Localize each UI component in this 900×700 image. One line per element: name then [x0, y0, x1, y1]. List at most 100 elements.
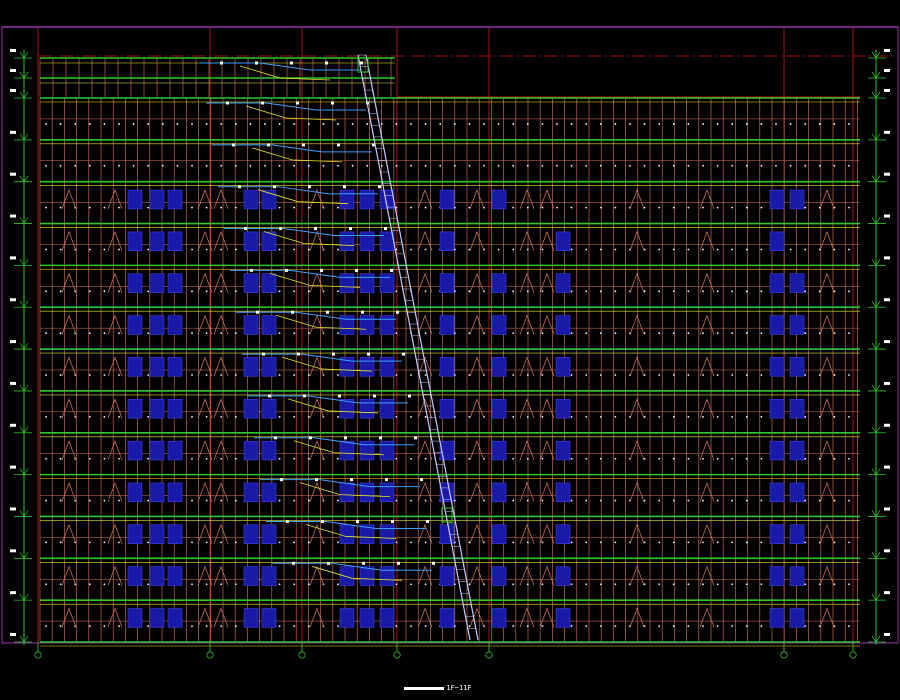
dot — [804, 248, 807, 251]
dot — [220, 123, 223, 125]
dot — [556, 164, 558, 167]
dot — [804, 206, 807, 209]
dot — [337, 374, 339, 376]
dot — [191, 625, 193, 627]
dot — [599, 332, 602, 335]
drawing-background — [0, 0, 900, 700]
dot — [804, 374, 807, 376]
dot — [658, 164, 661, 167]
dot — [88, 541, 91, 544]
pipe-fitting — [297, 352, 300, 356]
dot — [293, 415, 296, 418]
equipment-block — [491, 524, 507, 544]
dot — [307, 206, 310, 209]
equipment-block — [243, 524, 259, 544]
dot — [526, 583, 529, 586]
dot — [118, 541, 120, 544]
dot — [439, 164, 442, 167]
dot — [307, 583, 310, 586]
dot — [716, 123, 719, 125]
dot — [526, 123, 529, 125]
dot — [307, 541, 310, 544]
dot — [293, 374, 296, 376]
dot — [818, 123, 821, 125]
dot — [132, 164, 135, 167]
level-tag — [10, 507, 16, 511]
dot — [702, 206, 704, 209]
pipe-fitting — [362, 561, 365, 565]
dot — [585, 625, 588, 627]
equipment-block — [127, 608, 143, 628]
equipment-block — [149, 399, 165, 419]
dot — [118, 415, 120, 418]
dot — [103, 332, 106, 335]
equipment-block — [789, 399, 805, 419]
dot — [366, 164, 369, 167]
dot — [380, 123, 383, 125]
dot — [556, 123, 558, 125]
dot — [88, 290, 91, 293]
dot — [687, 206, 690, 209]
pipe-fitting — [326, 310, 329, 314]
dot — [337, 290, 339, 293]
dot — [716, 332, 719, 335]
dot — [526, 374, 529, 376]
level-tag — [884, 49, 890, 52]
dot — [658, 248, 661, 251]
dot — [191, 457, 193, 460]
dot — [541, 625, 544, 627]
equipment-block — [167, 189, 183, 210]
dot — [307, 499, 310, 502]
dot — [205, 374, 208, 376]
dot — [512, 374, 515, 376]
dot — [220, 290, 223, 293]
dot — [541, 541, 544, 544]
dot — [395, 583, 398, 586]
pipe-fitting — [321, 519, 324, 523]
dot — [848, 332, 850, 335]
dot — [147, 415, 150, 418]
dot — [205, 123, 208, 125]
equipment-block — [769, 273, 785, 293]
dot — [745, 625, 748, 627]
dot — [191, 206, 193, 209]
dot — [745, 541, 748, 544]
equipment-block — [261, 440, 277, 461]
dot — [804, 123, 807, 125]
equipment-block — [243, 482, 259, 503]
level-tag — [10, 633, 16, 636]
cad-drawing-canvas[interactable] — [0, 0, 900, 700]
dot — [103, 206, 106, 209]
dot — [59, 415, 62, 418]
pipe-fitting — [309, 436, 312, 440]
equipment-block — [379, 482, 395, 503]
equipment-block — [127, 524, 143, 544]
equipment-block — [555, 440, 571, 461]
pipe-fitting — [238, 185, 241, 189]
dot — [147, 457, 150, 460]
dot — [278, 332, 281, 335]
dot — [395, 123, 398, 125]
dot — [614, 415, 617, 418]
dot — [103, 374, 106, 376]
pipe-fitting — [232, 143, 235, 147]
pipe-fitting — [303, 394, 306, 398]
dot — [45, 541, 47, 544]
dot — [74, 123, 77, 125]
dot — [687, 541, 690, 544]
dot — [147, 332, 150, 335]
dot — [760, 206, 763, 209]
dot — [804, 164, 807, 167]
equipment-block — [379, 399, 395, 419]
dot — [702, 415, 704, 418]
dot — [88, 625, 91, 627]
dot — [424, 206, 427, 209]
equipment-block — [769, 357, 785, 377]
dot — [220, 499, 223, 502]
dot — [220, 164, 223, 167]
dot — [220, 374, 223, 376]
pipe-fitting — [343, 185, 346, 189]
dot — [731, 499, 734, 502]
dot — [526, 290, 529, 293]
dot — [848, 457, 850, 460]
